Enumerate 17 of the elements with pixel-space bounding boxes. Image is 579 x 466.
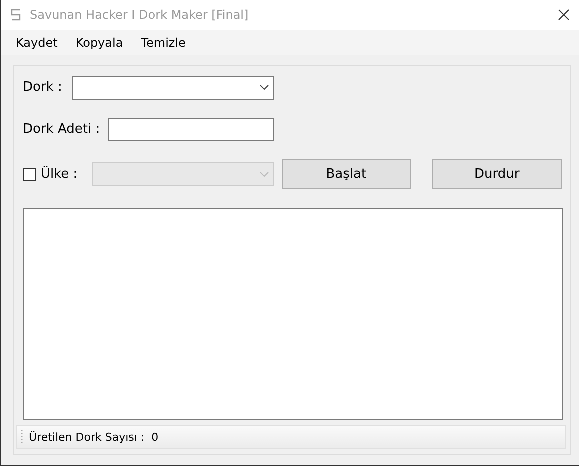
action-button[interactable]: Başlat <box>282 159 412 189</box>
menu-item[interactable]: Temizle <box>141 36 186 50</box>
window-title: Savunan Hacker I Dork Maker [Final] <box>30 8 249 22</box>
status-value: 0 <box>152 430 159 444</box>
dork-dropdown[interactable] <box>72 76 274 100</box>
action-button[interactable]: Durdur <box>432 159 562 189</box>
app-icon <box>11 9 21 21</box>
chevron-icon <box>260 172 269 176</box>
dork-count-field[interactable] <box>108 118 274 140</box>
chevron-icon <box>260 85 269 90</box>
status-label: Üretilen Dork Sayısı : <box>29 430 145 444</box>
dork-count-label: Dork Adeti : <box>23 122 102 136</box>
menu-item[interactable]: Kopyala <box>76 36 124 50</box>
close-icon[interactable] <box>558 9 570 21</box>
dork-label: Dork : <box>23 80 64 95</box>
menu-item[interactable]: Kaydet <box>16 36 58 50</box>
country-label: Ülke : <box>40 166 79 182</box>
